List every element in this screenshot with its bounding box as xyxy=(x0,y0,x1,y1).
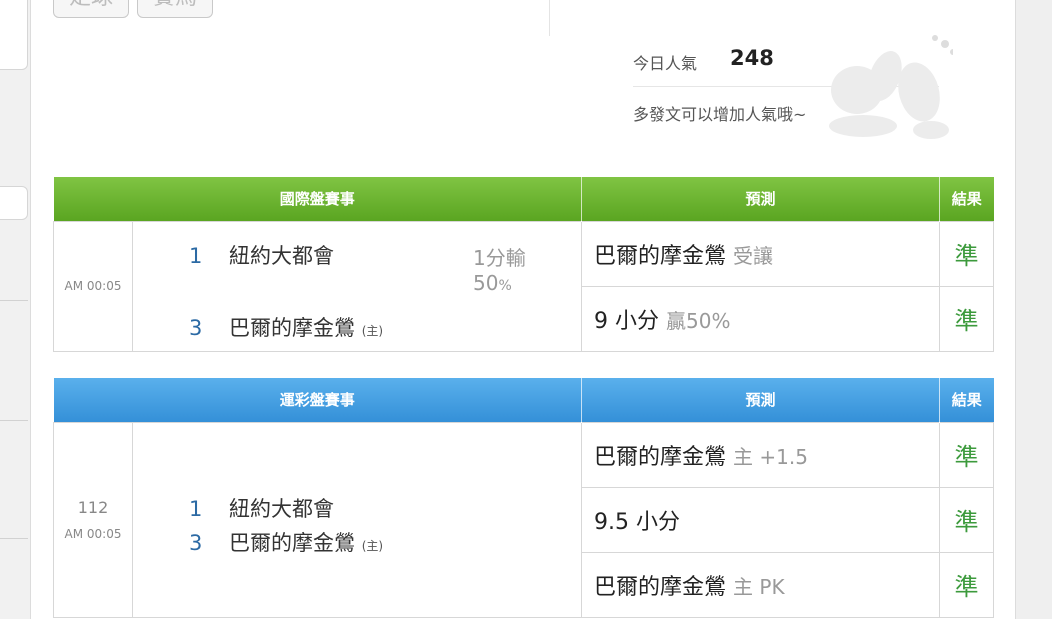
left-nav-tab[interactable] xyxy=(0,186,28,220)
handicap-line: 1分輸 xyxy=(473,245,526,270)
main-panel: 足球 賽馬 今日人氣 248 多發文可以增加人氣哦~ 國際盤賽事 預測 結果 A… xyxy=(30,0,1016,619)
lottery-prediction-row: 巴爾的摩金鶯 主 PK xyxy=(581,551,941,618)
home-tag: (主) xyxy=(361,323,384,338)
game-number: 112 xyxy=(77,497,109,517)
lottery-header-result: 結果 xyxy=(939,378,994,422)
chip-horse-racing[interactable]: 賽馬 xyxy=(137,0,213,18)
lottery-header-event: 運彩盤賽事 xyxy=(53,378,583,422)
lottery-team-home[interactable]: 3 巴爾的摩金鶯 (主) xyxy=(189,527,383,557)
intl-team-home[interactable]: 3 巴爾的摩金鶯 (主) xyxy=(189,312,383,342)
left-divider xyxy=(0,300,28,301)
right-gutter xyxy=(1016,0,1052,619)
popularity-tip: 多發文可以增加人氣哦~ xyxy=(633,105,807,124)
team-number: 1 xyxy=(189,496,203,521)
lottery-header-prediction: 預測 xyxy=(581,378,941,422)
section-divider xyxy=(549,0,550,36)
left-divider xyxy=(0,538,28,539)
team-number: 1 xyxy=(189,243,203,268)
popularity-count: 248 xyxy=(730,46,774,70)
lottery-result: 準 xyxy=(939,421,995,488)
intl-prediction-row: 9 小分 贏50% xyxy=(581,285,941,352)
popularity-label: 今日人氣 xyxy=(633,54,698,73)
intl-handicap: 1分輸 50% xyxy=(473,246,526,296)
intl-header-result: 結果 xyxy=(939,177,994,221)
intl-team-away[interactable]: 1 紐約大都會 xyxy=(189,240,334,270)
handicap-percent-unit: % xyxy=(498,277,512,294)
team-name: 紐約大都會 xyxy=(229,243,334,268)
intl-teams-cell: 1 紐約大都會 1分輸 50% 3 巴爾的摩金鶯 (主) xyxy=(131,220,583,352)
home-tag: (主) xyxy=(361,538,384,553)
lottery-result: 準 xyxy=(939,551,995,618)
intl-header-prediction: 預測 xyxy=(581,177,941,221)
lottery-prediction-row: 9.5 小分 xyxy=(581,486,941,553)
intl-result: 準 xyxy=(939,285,995,352)
intl-prediction-row: 巴爾的摩金鶯 受讓 xyxy=(581,220,941,287)
team-name: 巴爾的摩金鶯 xyxy=(229,530,355,555)
butterfly-watermark-icon xyxy=(829,35,953,139)
team-name: 巴爾的摩金鶯 xyxy=(229,315,355,340)
lottery-match-time: 112 AM 00:05 xyxy=(53,421,133,618)
intl-match-time: AM 00:05 xyxy=(53,220,133,352)
international-match-table: 國際盤賽事 預測 結果 AM 00:05 1 紐約大都會 1分輸 50% 3 巴爾的… xyxy=(53,177,995,352)
lottery-teams-cell: 1 紐約大都會 3 巴爾的摩金鶯 (主) xyxy=(131,421,583,618)
intl-result: 準 xyxy=(939,220,995,287)
chip-football[interactable]: 足球 xyxy=(53,0,129,18)
left-divider xyxy=(0,420,28,421)
team-name: 紐約大都會 xyxy=(229,496,334,521)
lottery-result: 準 xyxy=(939,486,995,553)
team-number: 3 xyxy=(189,315,203,340)
lottery-match-table: 運彩盤賽事 預測 結果 112 AM 00:05 1 紐約大都會 3 巴爾的摩金鶯 … xyxy=(53,378,995,618)
start-time: AM 00:05 xyxy=(64,527,122,542)
lottery-team-away[interactable]: 1 紐約大都會 xyxy=(189,493,334,523)
handicap-percent: 50 xyxy=(473,270,499,295)
lottery-prediction-row: 巴爾的摩金鶯 主 +1.5 xyxy=(581,421,941,488)
intl-header-event: 國際盤賽事 xyxy=(53,177,583,221)
left-side-strip xyxy=(0,0,30,619)
team-number: 3 xyxy=(189,530,203,555)
left-nav-tab[interactable] xyxy=(0,0,28,70)
